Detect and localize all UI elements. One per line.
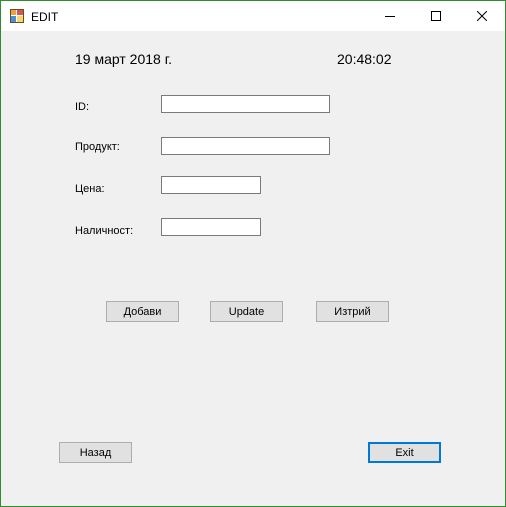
back-button[interactable]: Назад xyxy=(59,442,132,463)
delete-button[interactable]: Изтрий xyxy=(316,301,389,322)
minimize-button[interactable] xyxy=(367,1,413,31)
date-label: 19 март 2018 г. xyxy=(75,51,172,67)
price-label: Цена: xyxy=(75,183,105,195)
id-field[interactable] xyxy=(161,95,330,113)
product-label: Продукт: xyxy=(75,141,120,153)
window-title: EDIT xyxy=(31,10,59,24)
product-field[interactable] xyxy=(161,137,330,155)
edit-window: EDIT 19 март 2018 г. 20:48:02 ID: Продук… xyxy=(0,0,506,507)
clock-label: 20:48:02 xyxy=(337,51,392,67)
maximize-button[interactable] xyxy=(413,1,459,31)
close-button[interactable] xyxy=(459,1,505,31)
stock-label: Наличност: xyxy=(75,225,134,237)
minimize-icon xyxy=(385,16,395,17)
client-area: 19 март 2018 г. 20:48:02 ID: Продукт: Це… xyxy=(1,31,505,506)
update-button[interactable]: Update xyxy=(210,301,283,322)
app-icon xyxy=(10,9,24,23)
maximize-icon xyxy=(431,11,441,21)
title-bar[interactable]: EDIT xyxy=(1,1,505,31)
close-icon xyxy=(477,11,487,21)
stock-field[interactable] xyxy=(161,218,261,236)
price-field[interactable] xyxy=(161,176,261,194)
id-label: ID: xyxy=(75,101,90,113)
exit-button[interactable]: Exit xyxy=(368,442,441,463)
add-button[interactable]: Добави xyxy=(106,301,179,322)
